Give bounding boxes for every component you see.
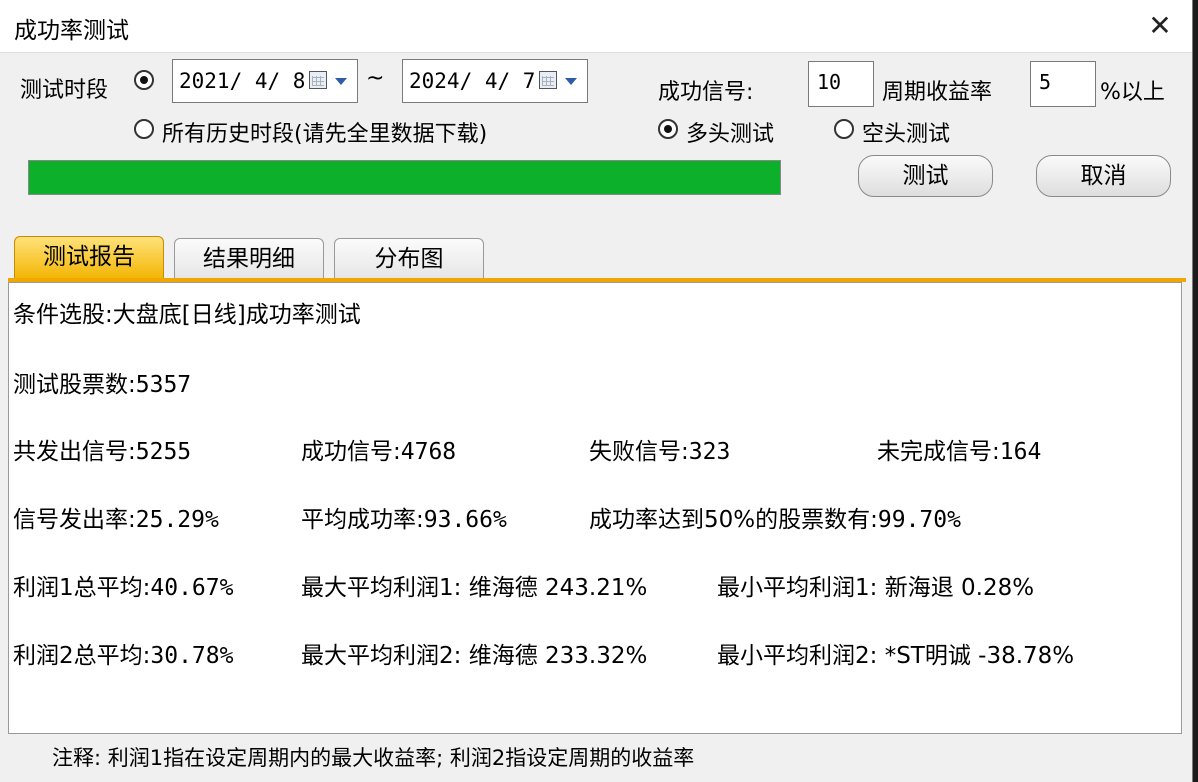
over50-label: 成功率达到50%的股票数有: (589, 507, 878, 533)
avg-success-value: 93.66% (423, 507, 507, 533)
success-signals-stat: 成功信号:4768 (301, 432, 456, 466)
cancel-button[interactable]: 取消 (1036, 155, 1171, 197)
min-profit1-value: 新海退 0.28% (884, 575, 1035, 601)
period-return-input[interactable]: 5 (1030, 61, 1096, 107)
total-signals-value: 5255 (135, 439, 192, 465)
min-profit1-label: 最小平均利润1: (717, 575, 878, 601)
long-test-radio[interactable] (658, 119, 678, 139)
stock-count-line: 测试股票数:5357 (13, 365, 191, 399)
success-signals-value: 4768 (400, 439, 457, 465)
window-title: 成功率测试 (14, 18, 129, 44)
period-return-label: 周期收益率 (882, 80, 993, 105)
failed-signals-value: 323 (688, 439, 731, 465)
report-panel: 条件选股:大盘底[日线]成功率测试 测试股票数:5357 共发出信号:5255 … (8, 282, 1182, 734)
stock-count-label: 测试股票数: (13, 372, 136, 398)
profit2-avg-label: 利润2总平均: (13, 643, 151, 669)
avg-success-label: 平均成功率: (301, 507, 424, 533)
max-profit2-stat: 最大平均利润2: 维海德 233.32% (301, 636, 647, 670)
signal-rate-stat: 信号发出率:25.29% (13, 500, 219, 534)
profit2-avg-value: 30.78% (150, 643, 234, 669)
incomplete-signals-stat: 未完成信号:164 (877, 432, 1041, 466)
max-profit1-label: 最大平均利润1: (301, 575, 462, 601)
total-signals-stat: 共发出信号:5255 (13, 432, 191, 466)
close-icon[interactable]: ✕ (1142, 8, 1178, 44)
all-history-radio[interactable] (134, 119, 154, 139)
progress-bar (28, 160, 781, 195)
range-separator: ~ (366, 66, 385, 91)
over50-stat: 成功率达到50%的股票数有:99.70% (589, 500, 961, 534)
calendar-icon[interactable] (539, 71, 557, 89)
profit1-avg-value: 40.67% (150, 575, 234, 601)
start-date-value: 2021/ 4/ 8 (179, 69, 306, 93)
max-profit1-stat: 最大平均利润1: 维海德 243.21% (301, 568, 647, 602)
over50-value: 99.70% (877, 507, 961, 533)
failed-signals-stat: 失败信号:323 (589, 432, 730, 466)
min-profit2-label: 最小平均利润2: (717, 643, 878, 669)
progress-fill (29, 161, 780, 194)
title-bar: 成功率测试 ✕ (0, 0, 1192, 53)
calendar-icon[interactable] (309, 71, 327, 89)
dropdown-arrow-icon[interactable] (335, 78, 347, 85)
max-profit2-label: 最大平均利润2: (301, 643, 462, 669)
end-date-value: 2024/ 4/ 7 (409, 69, 536, 93)
end-date-picker[interactable]: 2024/ 4/ 7 (402, 59, 588, 103)
min-profit1-stat: 最小平均利润1: 新海退 0.28% (717, 568, 1034, 602)
signal-rate-value: 25.29% (135, 507, 219, 533)
avg-success-stat: 平均成功率:93.66% (301, 500, 507, 534)
test-button[interactable]: 测试 (858, 155, 993, 197)
success-signal-input[interactable]: 10 (808, 61, 874, 107)
tab-distribution[interactable]: 分布图 (334, 238, 484, 278)
success-rate-dialog: 成功率测试 ✕ 测试时段 2021/ 4/ 8 ~ 2024/ 4/ 7 成功信… (0, 0, 1193, 782)
date-range-radio[interactable] (134, 70, 154, 90)
profit1-avg-stat: 利润1总平均:40.67% (13, 568, 233, 602)
dropdown-arrow-icon[interactable] (565, 78, 577, 85)
signal-rate-label: 信号发出率: (13, 507, 136, 533)
failed-signals-label: 失败信号: (589, 439, 689, 465)
max-profit1-value: 维海德 243.21% (468, 575, 648, 601)
stock-count-value: 5357 (135, 372, 192, 398)
success-signal-label: 成功信号: (658, 80, 754, 105)
max-profit2-value: 维海德 233.32% (468, 643, 648, 669)
condition-label: 条件选股: (13, 302, 113, 328)
tab-test-report[interactable]: 测试报告 (14, 236, 164, 280)
total-signals-label: 共发出信号: (13, 439, 136, 465)
min-profit2-stat: 最小平均利润2: *ST明诚 -38.78% (717, 636, 1074, 670)
start-date-picker[interactable]: 2021/ 4/ 8 (172, 59, 358, 103)
profit1-avg-label: 利润1总平均: (13, 575, 151, 601)
tab-result-detail[interactable]: 结果明细 (174, 238, 324, 278)
condition-value: 大盘底[日线]成功率测试 (112, 302, 361, 328)
success-signals-label: 成功信号: (301, 439, 401, 465)
long-test-label[interactable]: 多头测试 (686, 116, 774, 148)
footnote: 注释: 利润1指在设定周期内的最大收益率; 利润2指设定周期的收益率 (52, 746, 695, 770)
condition-line: 条件选股:大盘底[日线]成功率测试 (13, 295, 361, 329)
short-test-radio[interactable] (834, 119, 854, 139)
all-history-label[interactable]: 所有历史时段(请先全里数据下载) (162, 116, 487, 148)
incomplete-signals-label: 未完成信号: (877, 439, 1000, 465)
above-label: %以上 (1100, 80, 1165, 105)
period-label: 测试时段 (20, 78, 109, 103)
incomplete-signals-value: 164 (999, 439, 1042, 465)
min-profit2-value: *ST明诚 -38.78% (884, 643, 1075, 669)
profit2-avg-stat: 利润2总平均:30.78% (13, 636, 233, 670)
short-test-label[interactable]: 空头测试 (862, 116, 950, 148)
